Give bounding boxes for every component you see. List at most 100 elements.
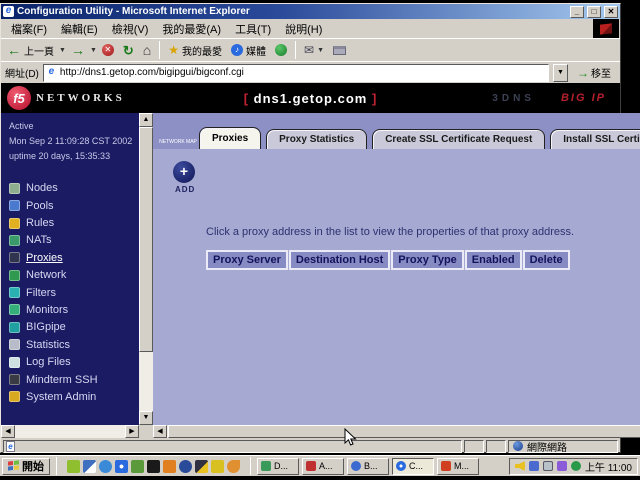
forward-dropdown[interactable]: ▼ (90, 47, 97, 54)
refresh-button[interactable]: ↻ (119, 40, 138, 60)
sidebar-item-bigpipe[interactable]: BIGpipe (9, 319, 137, 336)
add-proxy-button[interactable]: + (173, 161, 195, 183)
statistics-icon (9, 339, 20, 350)
sphere-icon[interactable] (179, 460, 192, 473)
scroll-left-icon[interactable]: ◀ (1, 425, 15, 438)
sidebar-vertical-scrollbar[interactable]: ▲ ▼ (139, 113, 153, 425)
sidebar-item-mindterm[interactable]: Mindterm SSH (9, 371, 137, 388)
show-desktop-icon[interactable] (83, 460, 96, 473)
menu-help[interactable]: 說明(H) (279, 20, 328, 38)
sidebar-item-nodes[interactable]: Nodes (9, 180, 137, 197)
scroll-up-icon[interactable]: ▲ (139, 113, 153, 127)
print-button[interactable] (329, 40, 350, 60)
icq-icon[interactable] (67, 460, 80, 473)
tab-proxies[interactable]: Proxies (199, 127, 261, 149)
app-icon (261, 461, 271, 471)
address-dropdown[interactable]: ▼ (553, 64, 568, 82)
status-uptime: uptime 20 days, 15:35:33 (9, 149, 137, 164)
tab-proxy-statistics[interactable]: Proxy Statistics (266, 129, 367, 149)
quick-launch (63, 460, 244, 473)
scroll-left-icon[interactable]: ◀ (153, 425, 167, 438)
rules-icon (9, 218, 20, 229)
toolbar-separator (159, 41, 160, 59)
ie-icon (396, 461, 406, 471)
browser-icon[interactable] (227, 460, 240, 473)
back-button[interactable]: ← 上一頁 (3, 40, 58, 60)
messenger-icon[interactable] (99, 460, 112, 473)
tab-install-ssl-certificate[interactable]: Install SSL Certif (550, 129, 640, 149)
proxy-table-header-row: Proxy Server Destination Host Proxy Type… (206, 250, 640, 270)
scheduler-icon[interactable] (557, 461, 567, 471)
sidebar-item-pools[interactable]: Pools (9, 197, 137, 214)
task-button-configuration-utility[interactable]: C... (392, 458, 434, 475)
sidebar-item-network[interactable]: Network (9, 266, 137, 283)
sidebar-item-proxies[interactable]: Proxies (9, 249, 137, 266)
editor-icon[interactable] (163, 460, 176, 473)
network-status-icon[interactable] (529, 461, 539, 471)
sidebar-item-monitors[interactable]: Monitors (9, 301, 137, 318)
sidebar-content: Active Mon Sep 2 11:09:28 CST 2002 uptim… (1, 113, 139, 425)
menu-file[interactable]: 檔案(F) (5, 20, 53, 38)
ie-launch-icon[interactable] (115, 460, 128, 473)
f5-logo: f5 (7, 86, 31, 110)
favorites-button[interactable]: ★ 我的最愛 (164, 40, 226, 60)
main-frame: NETWORK MAP Proxies Proxy Statistics Cre… (153, 113, 640, 438)
task-button-5[interactable]: M... (437, 458, 479, 475)
main-horizontal-scrollbar[interactable]: ◀ ▶ (153, 425, 640, 438)
go-button[interactable]: → 移至 (572, 63, 616, 83)
column-delete: Delete (523, 250, 570, 270)
tabstrip: NETWORK MAP Proxies Proxy Statistics Cre… (153, 113, 640, 149)
minimize-button[interactable]: _ (570, 6, 584, 18)
home-button[interactable]: ⌂ (139, 40, 155, 60)
maximize-button[interactable]: □ (587, 6, 601, 18)
console-icon[interactable] (147, 460, 160, 473)
sidebar-item-nats[interactable]: NATs (9, 232, 137, 249)
tab-create-ssl-certificate-request[interactable]: Create SSL Certificate Request (372, 129, 545, 149)
stop-button[interactable]: ✕ (98, 40, 118, 60)
instruction-text: Click a proxy address in the list to vie… (206, 226, 640, 238)
address-input[interactable] (60, 67, 546, 78)
start-button[interactable]: 開始 (2, 458, 50, 475)
scroll-right-icon[interactable]: ▶ (125, 425, 139, 438)
history-button[interactable] (271, 40, 291, 60)
forward-button[interactable]: → (67, 40, 89, 60)
sidebar-item-rules[interactable]: Rules (9, 214, 137, 231)
scroll-down-icon[interactable]: ▼ (139, 411, 153, 425)
menu-edit[interactable]: 編輯(E) (55, 20, 104, 38)
menu-tools[interactable]: 工具(T) (229, 20, 277, 38)
media-player-icon[interactable] (195, 460, 208, 473)
mindterm-ssh-icon (9, 374, 20, 385)
scroll-thumb[interactable] (139, 127, 153, 352)
sidebar-item-filters[interactable]: Filters (9, 284, 137, 301)
network-icon (9, 270, 20, 281)
display-icon[interactable] (543, 461, 553, 471)
scroll-thumb[interactable] (168, 425, 640, 438)
windows-logo-icon (8, 460, 19, 471)
media-button[interactable]: ♪ 媒體 (227, 40, 270, 60)
sidebar-item-logfiles[interactable]: Log Files (9, 353, 137, 370)
favorites-icon: ★ (168, 44, 179, 56)
menu-view[interactable]: 檢視(V) (106, 20, 155, 38)
acdsee-icon[interactable] (131, 460, 144, 473)
sidebar-item-statistics[interactable]: Statistics (9, 336, 137, 353)
close-button[interactable]: ✕ (604, 6, 618, 18)
task-button-1[interactable]: D... (257, 458, 299, 475)
sidebar-horizontal-scrollbar[interactable]: ◀ ▶ (1, 425, 139, 438)
sidebar-item-sysadmin[interactable]: System Admin (9, 388, 137, 405)
task-button-3[interactable]: B... (347, 458, 389, 475)
system-admin-icon (9, 391, 20, 402)
print-icon (333, 46, 346, 55)
media-icon: ♪ (231, 44, 243, 56)
log-files-icon (9, 357, 20, 368)
addressbar: 網址(D) e ▼ → 移至 (1, 61, 620, 83)
network-map-button[interactable]: NETWORK MAP (157, 139, 199, 145)
add-label: ADD (175, 185, 640, 194)
task-button-2[interactable]: A... (302, 458, 344, 475)
toolbar-separator (295, 41, 296, 59)
antivirus-icon[interactable] (571, 461, 581, 471)
volume-icon[interactable] (515, 461, 525, 471)
keys-icon[interactable] (211, 460, 224, 473)
mail-button[interactable]: ✉ ▼ (300, 40, 328, 60)
menu-favorites[interactable]: 我的最愛(A) (156, 20, 227, 38)
back-dropdown[interactable]: ▼ (59, 47, 66, 54)
